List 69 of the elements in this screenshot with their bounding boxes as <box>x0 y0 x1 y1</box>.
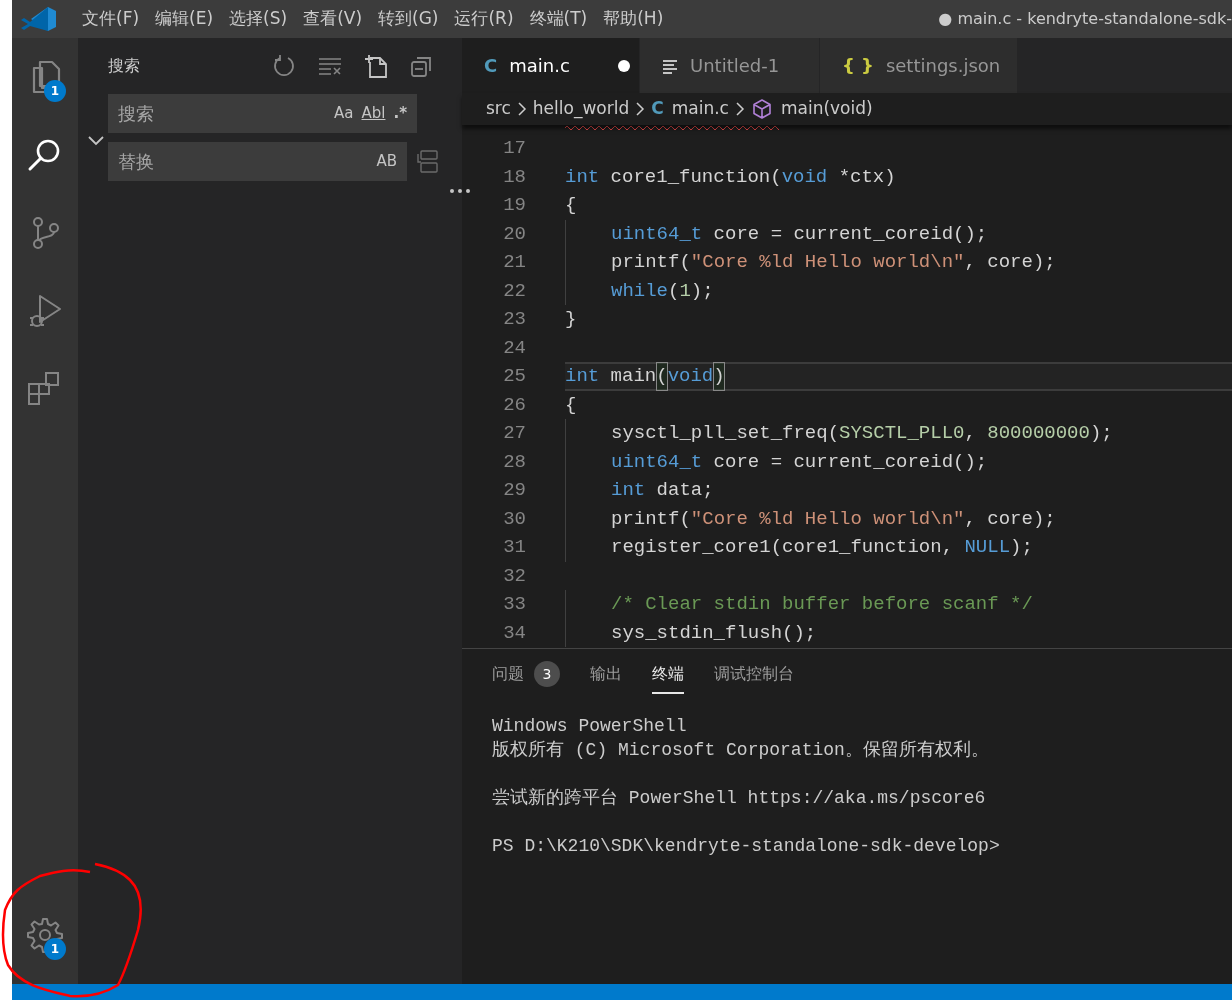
option-toggle[interactable]: Abl <box>357 102 390 125</box>
menu-item[interactable]: 查看(V) <box>295 6 371 32</box>
chevron-right-icon <box>734 101 745 117</box>
option-toggle[interactable]: .* <box>389 102 411 125</box>
line-number: 30 <box>502 506 526 532</box>
line-number: 27 <box>502 421 526 446</box>
panel-tab[interactable]: 调试控制台 <box>714 656 794 694</box>
chevron-right-icon <box>516 101 527 117</box>
window-title: ● main.c - kendryte-standalone-sdk- <box>937 8 1232 30</box>
code-line: { <box>565 392 578 418</box>
refresh-icon[interactable] <box>272 54 296 78</box>
notification-badge: 1 <box>44 80 66 102</box>
manage-button[interactable]: 1 <box>12 896 78 974</box>
line-number: 19 <box>502 193 526 218</box>
line-number: 33 <box>502 592 526 617</box>
line-number: 29 <box>502 478 526 503</box>
activity-bar-button[interactable]: 1 <box>12 38 78 116</box>
code-line: int core1_function(void *ctx) <box>565 164 897 190</box>
panel-tab[interactable]: 输出 <box>590 656 622 694</box>
code-line: { <box>565 193 578 218</box>
cube-icon <box>750 98 773 120</box>
replace-field[interactable]: 替换 AB <box>108 142 407 181</box>
menu-item[interactable]: 终端(T) <box>521 6 596 32</box>
line-number: 25 <box>502 364 526 389</box>
panel-tab[interactable]: 终端 <box>652 656 684 694</box>
menu-item[interactable]: 运行(R) <box>446 6 522 32</box>
collapse-all-icon[interactable] <box>410 54 434 78</box>
line-number: 32 <box>502 563 526 589</box>
more-icon[interactable] <box>449 188 471 194</box>
code-line: } <box>565 307 578 332</box>
terminal-line: 版权所有 (C) Microsoft Corporation。保留所有权利。 <box>492 739 989 762</box>
option-toggle[interactable]: Aa <box>330 102 358 125</box>
editor-tab[interactable]: C main.c <box>462 38 640 93</box>
breadcrumb-item[interactable]: main(void) <box>750 96 873 122</box>
breadcrumb-item[interactable]: src <box>486 96 511 122</box>
new-file-icon[interactable] <box>364 54 388 78</box>
breadcrumb-item[interactable]: hello_world <box>532 96 630 122</box>
terminal-line: 尝试新的跨平台 PowerShell https://aka.ms/pscore6 <box>492 787 986 810</box>
text-file-icon <box>662 57 678 74</box>
editor-tab[interactable]: Untitled-1 <box>640 38 820 93</box>
menu-item[interactable]: 选择(S) <box>221 6 296 32</box>
terminal-line: PS D:\K210\SDK\kendryte-standalone-sdk-develop> <box>492 835 1000 858</box>
count-badge: 3 <box>534 661 560 687</box>
search-field[interactable]: 搜索 Aa Abl .* <box>108 94 417 133</box>
terminal-line: Windows PowerShell <box>492 715 687 738</box>
editor-tab[interactable]: { } settings.json <box>820 38 1018 93</box>
menu-item[interactable]: 编辑(E) <box>147 6 222 32</box>
line-number: 20 <box>502 221 526 247</box>
menu-item[interactable]: 帮助(H) <box>595 6 672 32</box>
breadcrumb-item[interactable]: C main.c <box>651 96 729 122</box>
line-number: 28 <box>502 449 526 475</box>
menu-item[interactable]: 文件(F) <box>74 6 148 32</box>
chevron-right-icon <box>635 101 646 117</box>
line-number: 24 <box>502 335 526 361</box>
menu-item[interactable]: 转到(G) <box>370 6 447 32</box>
panel-tab[interactable]: 问题 3 <box>492 655 560 695</box>
panel-title: 搜索 <box>108 55 140 77</box>
line-number: 26 <box>502 392 526 418</box>
line-number: 18 <box>502 164 526 190</box>
replace-all-icon[interactable] <box>417 149 439 174</box>
line-number: 21 <box>502 250 526 275</box>
settings-icon <box>26 916 64 954</box>
line-number: 22 <box>502 278 526 304</box>
line-number: 31 <box>502 535 526 560</box>
option-toggle[interactable]: AB <box>372 150 401 173</box>
line-number: 34 <box>502 620 526 646</box>
line-number: 17 <box>502 136 526 161</box>
line-number: 23 <box>502 307 526 332</box>
notification-badge: 1 <box>44 938 66 960</box>
